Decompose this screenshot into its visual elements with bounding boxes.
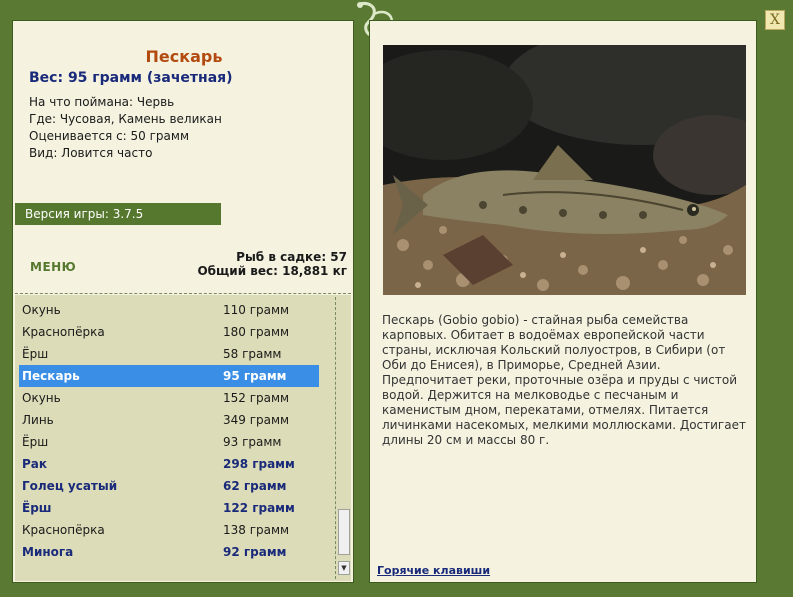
scrollbar-thumb[interactable] [338,509,350,555]
list-item-name: Краснопёрка [22,325,105,339]
list-item-weight: 298 грамм [223,457,295,471]
fish-description: Пескарь (Gobio gobio) - стайная рыба сем… [382,313,746,447]
fish-description-panel: Пескарь (Gobio gobio) - стайная рыба сем… [369,20,757,583]
list-item[interactable]: Минога 92 грамм [19,541,319,563]
list-item[interactable]: Ёрш 122 грамм [19,497,319,519]
menu-button[interactable]: МЕНЮ [30,260,76,274]
list-item-weight: 138 грамм [223,523,290,537]
list-item-name: Окунь [22,391,61,405]
list-item[interactable]: Краснопёрка 138 грамм [19,519,319,541]
list-item[interactable]: Пескарь 95 грамм [19,365,319,387]
scroll-down-arrow-icon[interactable]: ▼ [338,561,350,575]
list-item-weight: 152 грамм [223,391,290,405]
list-item-name: Голец усатый [22,479,118,493]
list-item-weight: 110 грамм [223,303,290,317]
list-item-name: Ёрш [22,501,52,515]
list-item[interactable]: Рак 298 грамм [19,453,319,475]
fish-info-panel: Пескарь Вес: 95 грамм (зачетная) На что … [12,20,354,583]
list-item-weight: 349 грамм [223,413,290,427]
game-window: X Пескарь Вес: 95 грамм (зачетная) На чт… [0,0,793,597]
list-item[interactable]: Голец усатый 62 грамм [19,475,319,497]
rated-from-line: Оценивается с: 50 грамм [29,129,189,143]
list-item-name: Рак [22,457,48,471]
list-item-name: Минога [22,545,74,559]
list-item-weight: 93 грамм [223,435,282,449]
version-bar: Версия игры: 3.7.5 [15,203,221,225]
fish-illustration [383,45,746,295]
list-item[interactable]: Ёрш 93 грамм [19,431,319,453]
list-item-name: Линь [22,413,54,427]
list-item-name: Окунь [22,303,61,317]
fish-photo [383,45,746,295]
fish-count: Рыб в садке: 57 [236,250,347,264]
location-line: Где: Чусовая, Камень великан [29,112,222,126]
fish-title: Пескарь [145,47,223,66]
list-item[interactable]: Краснопёрка 180 грамм [19,321,319,343]
list-item-weight: 62 грамм [223,479,287,493]
hotkeys-link[interactable]: Горячие клавиши [377,564,490,577]
list-item[interactable]: Окунь 152 грамм [19,387,319,409]
list-item-name: Краснопёрка [22,523,105,537]
list-item-weight: 92 грамм [223,545,287,559]
keepnet-stats: Рыб в садке: 57 Общий вес: 18,881 кг [197,250,347,278]
list-item-weight: 58 грамм [223,347,282,361]
catch-list[interactable]: Окунь 110 грамм Краснопёрка 180 грамм Ёрш 58 … [15,295,351,581]
fish-weight: Вес: 95 грамм (зачетная) [29,70,233,86]
list-item-name: Ёрш [22,347,49,361]
close-button[interactable]: X [765,10,785,30]
list-item-weight: 180 грамм [223,325,290,339]
divider [15,293,351,294]
list-item[interactable]: Линь 349 грамм [19,409,319,431]
list-item[interactable]: Окунь 110 грамм [19,299,319,321]
scrollbar[interactable]: ▼ [335,297,350,579]
list-item[interactable]: Ёрш 58 грамм [19,343,319,365]
fish-details: На что поймана: Червь Где: Чусовая, Каме… [29,94,222,162]
list-item-name: Пескарь [22,369,80,383]
list-item-name: Ёрш [22,435,49,449]
bait-line: На что поймана: Червь [29,95,175,109]
list-item-weight: 95 грамм [223,369,287,383]
total-weight: Общий вес: 18,881 кг [197,264,347,278]
frequency-line: Вид: Ловится часто [29,146,153,160]
list-item-weight: 122 грамм [223,501,295,515]
